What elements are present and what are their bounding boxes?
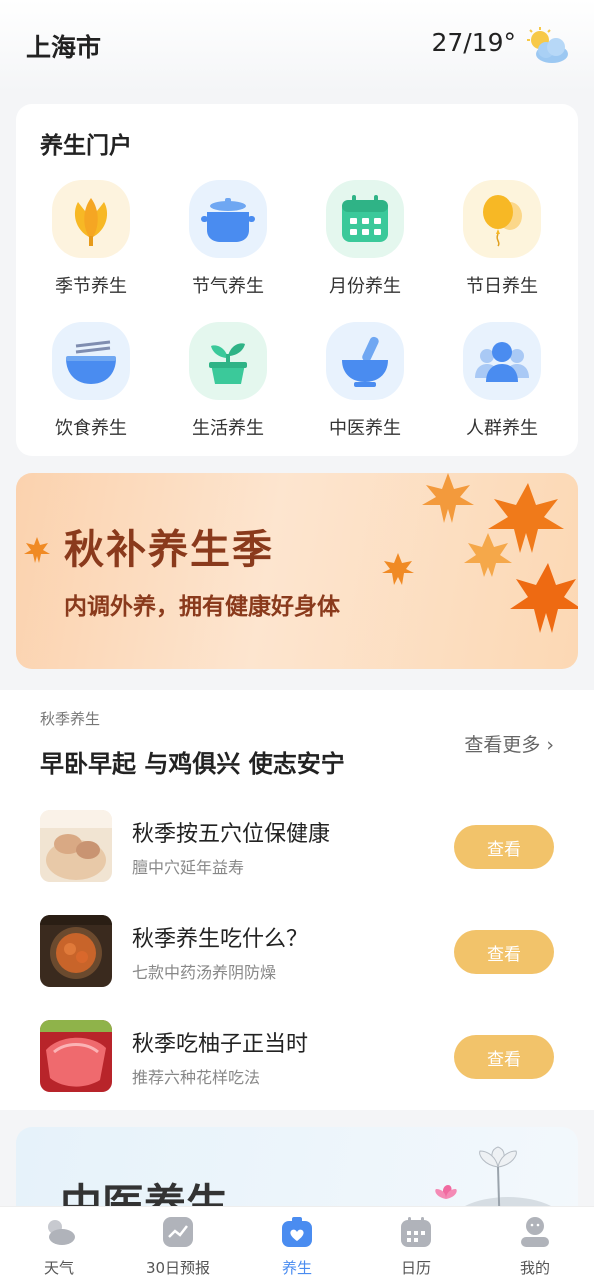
plant-icon xyxy=(189,322,267,400)
maple-leaves-decoration xyxy=(382,473,578,633)
temperature: 27/19° xyxy=(431,28,516,57)
people-icon xyxy=(463,322,541,400)
article-thumbnail xyxy=(40,915,112,987)
tab-label: 30日预报 xyxy=(145,1259,211,1277)
article-item[interactable]: 秋季按五穴位保健康 膻中穴延年益寿 查看 xyxy=(40,810,560,884)
tab-weather[interactable]: 天气 xyxy=(0,1215,118,1278)
profile-icon xyxy=(521,1217,549,1247)
article-title: 秋季吃柚子正当时 xyxy=(132,1032,309,1057)
portal-label: 季节养生 xyxy=(55,276,127,297)
article-title: 秋季按五穴位保健康 xyxy=(132,822,331,847)
autumn-banner[interactable]: 秋补养生季 内调外养，拥有健康好身体 xyxy=(16,473,578,669)
view-button[interactable]: 查看 xyxy=(454,825,554,869)
chevron-right-icon: › xyxy=(546,734,554,756)
trend-icon xyxy=(163,1217,193,1247)
article-item[interactable]: 秋季养生吃什么？ 七款中药汤养阴防燥 查看 xyxy=(40,915,560,989)
article-item[interactable]: 秋季吃柚子正当时 推荐六种花样吃法 查看 xyxy=(40,1020,560,1094)
portal-item-festival[interactable]: 节日养生 xyxy=(434,180,570,298)
pot-icon xyxy=(189,180,267,258)
view-button[interactable]: 查看 xyxy=(454,1035,554,1079)
portal-item-season[interactable]: 季节养生 xyxy=(23,180,159,298)
section-category: 秋季养生 xyxy=(40,710,101,728)
balloon-icon xyxy=(463,180,541,258)
portal-item-month[interactable]: 月份养生 xyxy=(297,180,433,298)
banner-title: 秋补养生季 xyxy=(64,526,274,573)
view-more-label: 查看更多 xyxy=(464,734,541,756)
health-portal-card: 养生门户 季节养生 节气养生 月份养生 节日养生 饮食养生 生活养生 中医养生 … xyxy=(16,104,578,456)
partly-cloudy-icon xyxy=(527,27,568,63)
article-subtitle: 膻中穴延年益寿 xyxy=(132,858,245,877)
maple-leaf-icon xyxy=(24,537,50,563)
weather-icon xyxy=(48,1220,75,1245)
portal-item-solar-term[interactable]: 节气养生 xyxy=(160,180,296,298)
tab-health[interactable]: 养生 xyxy=(238,1215,356,1278)
tab-profile[interactable]: 我的 xyxy=(476,1215,594,1278)
tab-label: 养生 xyxy=(281,1259,312,1277)
city-name[interactable]: 上海市 xyxy=(26,28,101,64)
portal-label: 人群养生 xyxy=(466,418,538,439)
bowl-icon xyxy=(52,322,130,400)
portal-label: 节气养生 xyxy=(192,276,264,297)
section-title: 早卧早起 与鸡俱兴 使志安宁 xyxy=(40,750,345,778)
view-button[interactable]: 查看 xyxy=(454,930,554,974)
portal-label: 节日养生 xyxy=(466,276,538,297)
article-title: 秋季养生吃什么？ xyxy=(132,927,309,952)
tab-label: 天气 xyxy=(43,1259,74,1277)
article-subtitle: 推荐六种花样吃法 xyxy=(132,1068,261,1087)
autumn-health-section: 秋季养生 早卧早起 与鸡俱兴 使志安宁 查看更多 › 秋季按五穴位保健康 膻中穴延… xyxy=(0,690,594,1110)
portal-label: 中医养生 xyxy=(329,418,401,439)
tab-label: 日历 xyxy=(400,1259,431,1277)
portal-item-life[interactable]: 生活养生 xyxy=(160,322,296,440)
portal-item-tcm[interactable]: 中医养生 xyxy=(297,322,433,440)
portal-item-people[interactable]: 人群养生 xyxy=(434,322,570,440)
calendar-icon xyxy=(326,180,404,258)
article-thumbnail xyxy=(40,810,112,882)
tab-label: 我的 xyxy=(519,1259,550,1277)
mortar-icon xyxy=(326,322,404,400)
health-icon xyxy=(282,1217,312,1247)
bottom-tab-bar: 天气 30日预报 养生 日历 我的 xyxy=(0,1206,594,1281)
portal-item-diet[interactable]: 饮食养生 xyxy=(23,322,159,440)
tab-calendar[interactable]: 日历 xyxy=(357,1215,475,1278)
view-more-link[interactable]: 查看更多 › xyxy=(464,730,554,757)
article-thumbnail xyxy=(40,1020,112,1092)
portal-title: 养生门户 xyxy=(40,133,132,159)
portal-label: 生活养生 xyxy=(192,418,264,439)
portal-label: 月份养生 xyxy=(329,276,401,297)
banner-subtitle: 内调外养，拥有健康好身体 xyxy=(64,594,340,620)
top-bar: 上海市 27/19° xyxy=(0,0,594,92)
article-subtitle: 七款中药汤养阴防燥 xyxy=(132,963,277,982)
tab-30-day-forecast[interactable]: 30日预报 xyxy=(119,1215,237,1278)
calendar-icon xyxy=(401,1217,431,1247)
lotus-icon xyxy=(52,180,130,258)
portal-label: 饮食养生 xyxy=(55,418,127,439)
